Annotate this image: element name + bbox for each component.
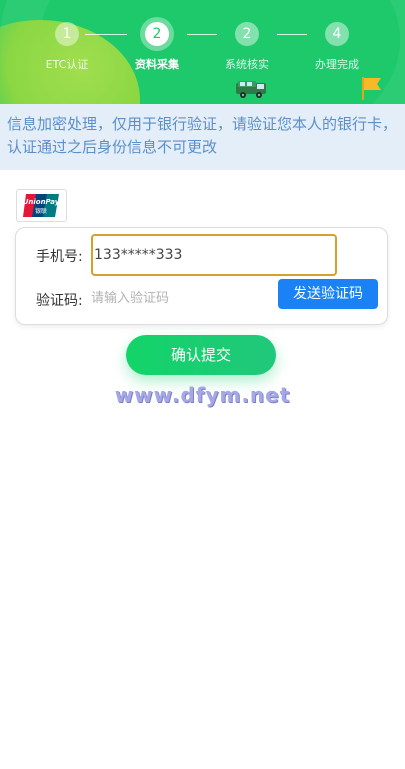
- watermark-text: www.dfym.net: [114, 383, 291, 407]
- unionpay-logo-text-cn: 银联: [35, 207, 47, 215]
- unionpay-logo-text: UnionPay: [23, 198, 60, 206]
- step-number: 1: [55, 22, 79, 46]
- step-system-verify: 2 系统核实: [202, 22, 292, 72]
- confirm-submit-button[interactable]: 确认提交: [126, 335, 276, 375]
- step-label: 办理完成: [315, 58, 359, 71]
- verification-code-input[interactable]: [91, 286, 271, 310]
- code-label: 验证码:: [36, 293, 83, 309]
- send-code-button[interactable]: 发送验证码: [278, 279, 378, 309]
- step-number: 2: [235, 22, 259, 46]
- truck-icon: [236, 81, 266, 98]
- step-label: 系统核实: [225, 58, 269, 71]
- verification-form: 手机号: 133*****333 验证码: 发送验证码: [15, 227, 388, 325]
- step-complete: 4 办理完成: [292, 22, 382, 72]
- phone-label: 手机号:: [36, 249, 83, 265]
- step-etc-auth: 1 ETC认证: [22, 22, 112, 72]
- step-data-collection: 2 资料采集: [112, 22, 202, 72]
- step-label: ETC认证: [45, 58, 89, 71]
- unionpay-logo: UnionPay 银联: [16, 189, 67, 222]
- phone-input[interactable]: 133*****333: [91, 234, 337, 276]
- privacy-notice: 信息加密处理，仅用于银行验证，请验证您本人的银行卡，认证通过之后身份信息不可更改: [0, 104, 405, 170]
- flag-icon: [362, 77, 381, 100]
- step-number: 2: [145, 22, 169, 46]
- step-label: 资料采集: [135, 58, 179, 71]
- step-number: 4: [325, 22, 349, 46]
- progress-header: 1 ETC认证 2 资料采集 2 系统核实 4 办理完成: [0, 0, 405, 104]
